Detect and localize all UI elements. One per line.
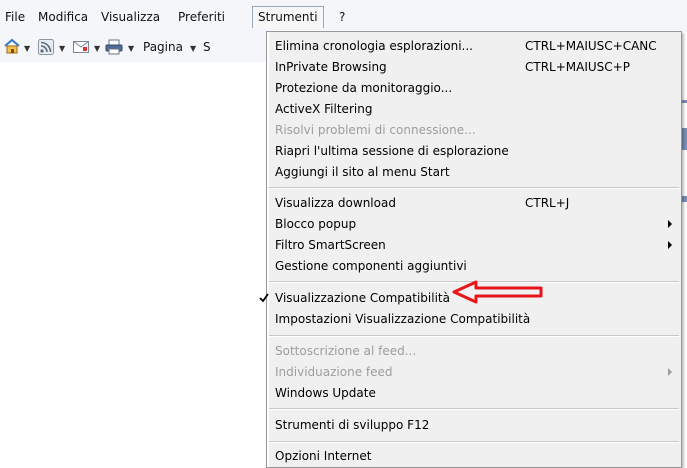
print-icon[interactable]	[105, 39, 123, 55]
menu-modifica[interactable]: Modifica	[38, 9, 88, 25]
print-dropdown-icon[interactable]: ▼	[128, 41, 134, 57]
menu-item-label: Elimina cronologia esplorazioni...	[275, 39, 473, 53]
page-menu-button[interactable]: Pagina	[143, 39, 183, 55]
menu-item-risolvi-problemi: Risolvi problemi di connessione...	[267, 120, 681, 141]
submenu-arrow-icon	[668, 368, 672, 376]
menu-item-aggiungi-start[interactable]: Aggiungi il sito al menu Start	[267, 162, 681, 183]
menu-item-windows-update[interactable]: Windows Update	[267, 383, 681, 404]
menu-item-elimina-cronologia[interactable]: Elimina cronologia esplorazioni... CTRL+…	[267, 36, 681, 57]
feed-dropdown-icon[interactable]: ▼	[59, 41, 65, 57]
menu-item-sottoscrizione-feed: Sottoscrizione al feed...	[267, 341, 681, 362]
submenu-arrow-icon	[668, 241, 672, 249]
menu-item-impostazioni-compatibilita[interactable]: Impostazioni Visualizzazione Compatibili…	[267, 309, 681, 330]
menu-help[interactable]: ?	[339, 9, 345, 25]
menu-item-label: Visualizzazione Compatibilità	[275, 291, 450, 305]
home-icon[interactable]	[3, 38, 21, 54]
menu-item-protezione[interactable]: Protezione da monitoraggio...	[267, 78, 681, 99]
mail-dropdown-icon[interactable]: ▼	[94, 41, 100, 57]
menu-item-label: Blocco popup	[275, 217, 357, 231]
menu-item-label: InPrivate Browsing	[275, 60, 387, 74]
menu-item-label: Filtro SmartScreen	[275, 238, 386, 252]
menu-item-label: Individuazione feed	[275, 365, 393, 379]
menu-item-activex[interactable]: ActiveX Filtering	[267, 99, 681, 120]
menu-visualizza[interactable]: Visualizza	[101, 9, 160, 25]
menu-item-shortcut: CTRL+MAIUSC+CANC	[525, 39, 657, 53]
menu-item-label: Sottoscrizione al feed...	[275, 344, 417, 358]
strumenti-dropdown-menu: Elimina cronologia esplorazioni... CTRL+…	[266, 31, 682, 468]
menu-preferiti[interactable]: Preferiti	[178, 9, 225, 25]
rss-feed-icon[interactable]	[38, 39, 54, 55]
menu-separator	[269, 335, 679, 337]
menu-item-label: Windows Update	[275, 386, 376, 400]
menu-separator	[269, 441, 679, 443]
page-dropdown-icon[interactable]: ▼	[190, 41, 196, 57]
menu-item-label: Gestione componenti aggiuntivi	[275, 259, 467, 273]
home-dropdown-icon[interactable]: ▼	[24, 41, 30, 57]
menu-item-label: Risolvi problemi di connessione...	[275, 123, 476, 137]
menu-item-blocco-popup[interactable]: Blocco popup	[267, 214, 681, 235]
menu-item-label: Riapri l'ultima sessione di esplorazione	[275, 144, 509, 158]
menu-separator	[269, 187, 679, 189]
menu-item-label: Strumenti di sviluppo F12	[275, 418, 430, 432]
red-arrow-annotation	[452, 280, 543, 304]
command-bar: ▼ ▼ ▼ ▼ Pagina ▼ S	[0, 32, 270, 62]
menu-item-label: Visualizza download	[275, 196, 396, 210]
menu-item-visualizza-download[interactable]: Visualizza download CTRL+J	[267, 193, 681, 214]
menu-item-label: Protezione da monitoraggio...	[275, 81, 453, 95]
mail-icon[interactable]	[73, 41, 89, 57]
menu-item-label: Aggiungi il sito al menu Start	[275, 165, 450, 179]
menu-separator	[269, 408, 679, 410]
menu-item-gestione-componenti[interactable]: Gestione componenti aggiuntivi	[267, 256, 681, 277]
menu-item-opzioni-internet[interactable]: Opzioni Internet	[267, 446, 681, 467]
menu-item-filtro-smartscreen[interactable]: Filtro SmartScreen	[267, 235, 681, 256]
safety-menu-button[interactable]: S	[203, 39, 211, 55]
menu-item-riapri-sessione[interactable]: Riapri l'ultima sessione di esplorazione	[267, 141, 681, 162]
menu-strumenti[interactable]: Strumenti	[252, 6, 324, 28]
menu-item-shortcut: CTRL+MAIUSC+P	[525, 60, 630, 74]
menu-file[interactable]: File	[5, 9, 25, 25]
menu-bar: File Modifica Visualizza Preferiti Strum…	[0, 0, 687, 32]
menu-item-label: Impostazioni Visualizzazione Compatibili…	[275, 312, 531, 326]
menu-item-label: Opzioni Internet	[275, 449, 372, 463]
menu-item-inprivate[interactable]: InPrivate Browsing CTRL+MAIUSC+P	[267, 57, 681, 78]
checkmark-icon	[259, 293, 269, 303]
submenu-arrow-icon	[668, 220, 672, 228]
menu-item-shortcut: CTRL+J	[525, 196, 570, 210]
menu-item-label: ActiveX Filtering	[275, 102, 373, 116]
menu-item-strumenti-sviluppo[interactable]: Strumenti di sviluppo F12	[267, 415, 681, 436]
menu-item-individuazione-feed: Individuazione feed	[267, 362, 681, 383]
